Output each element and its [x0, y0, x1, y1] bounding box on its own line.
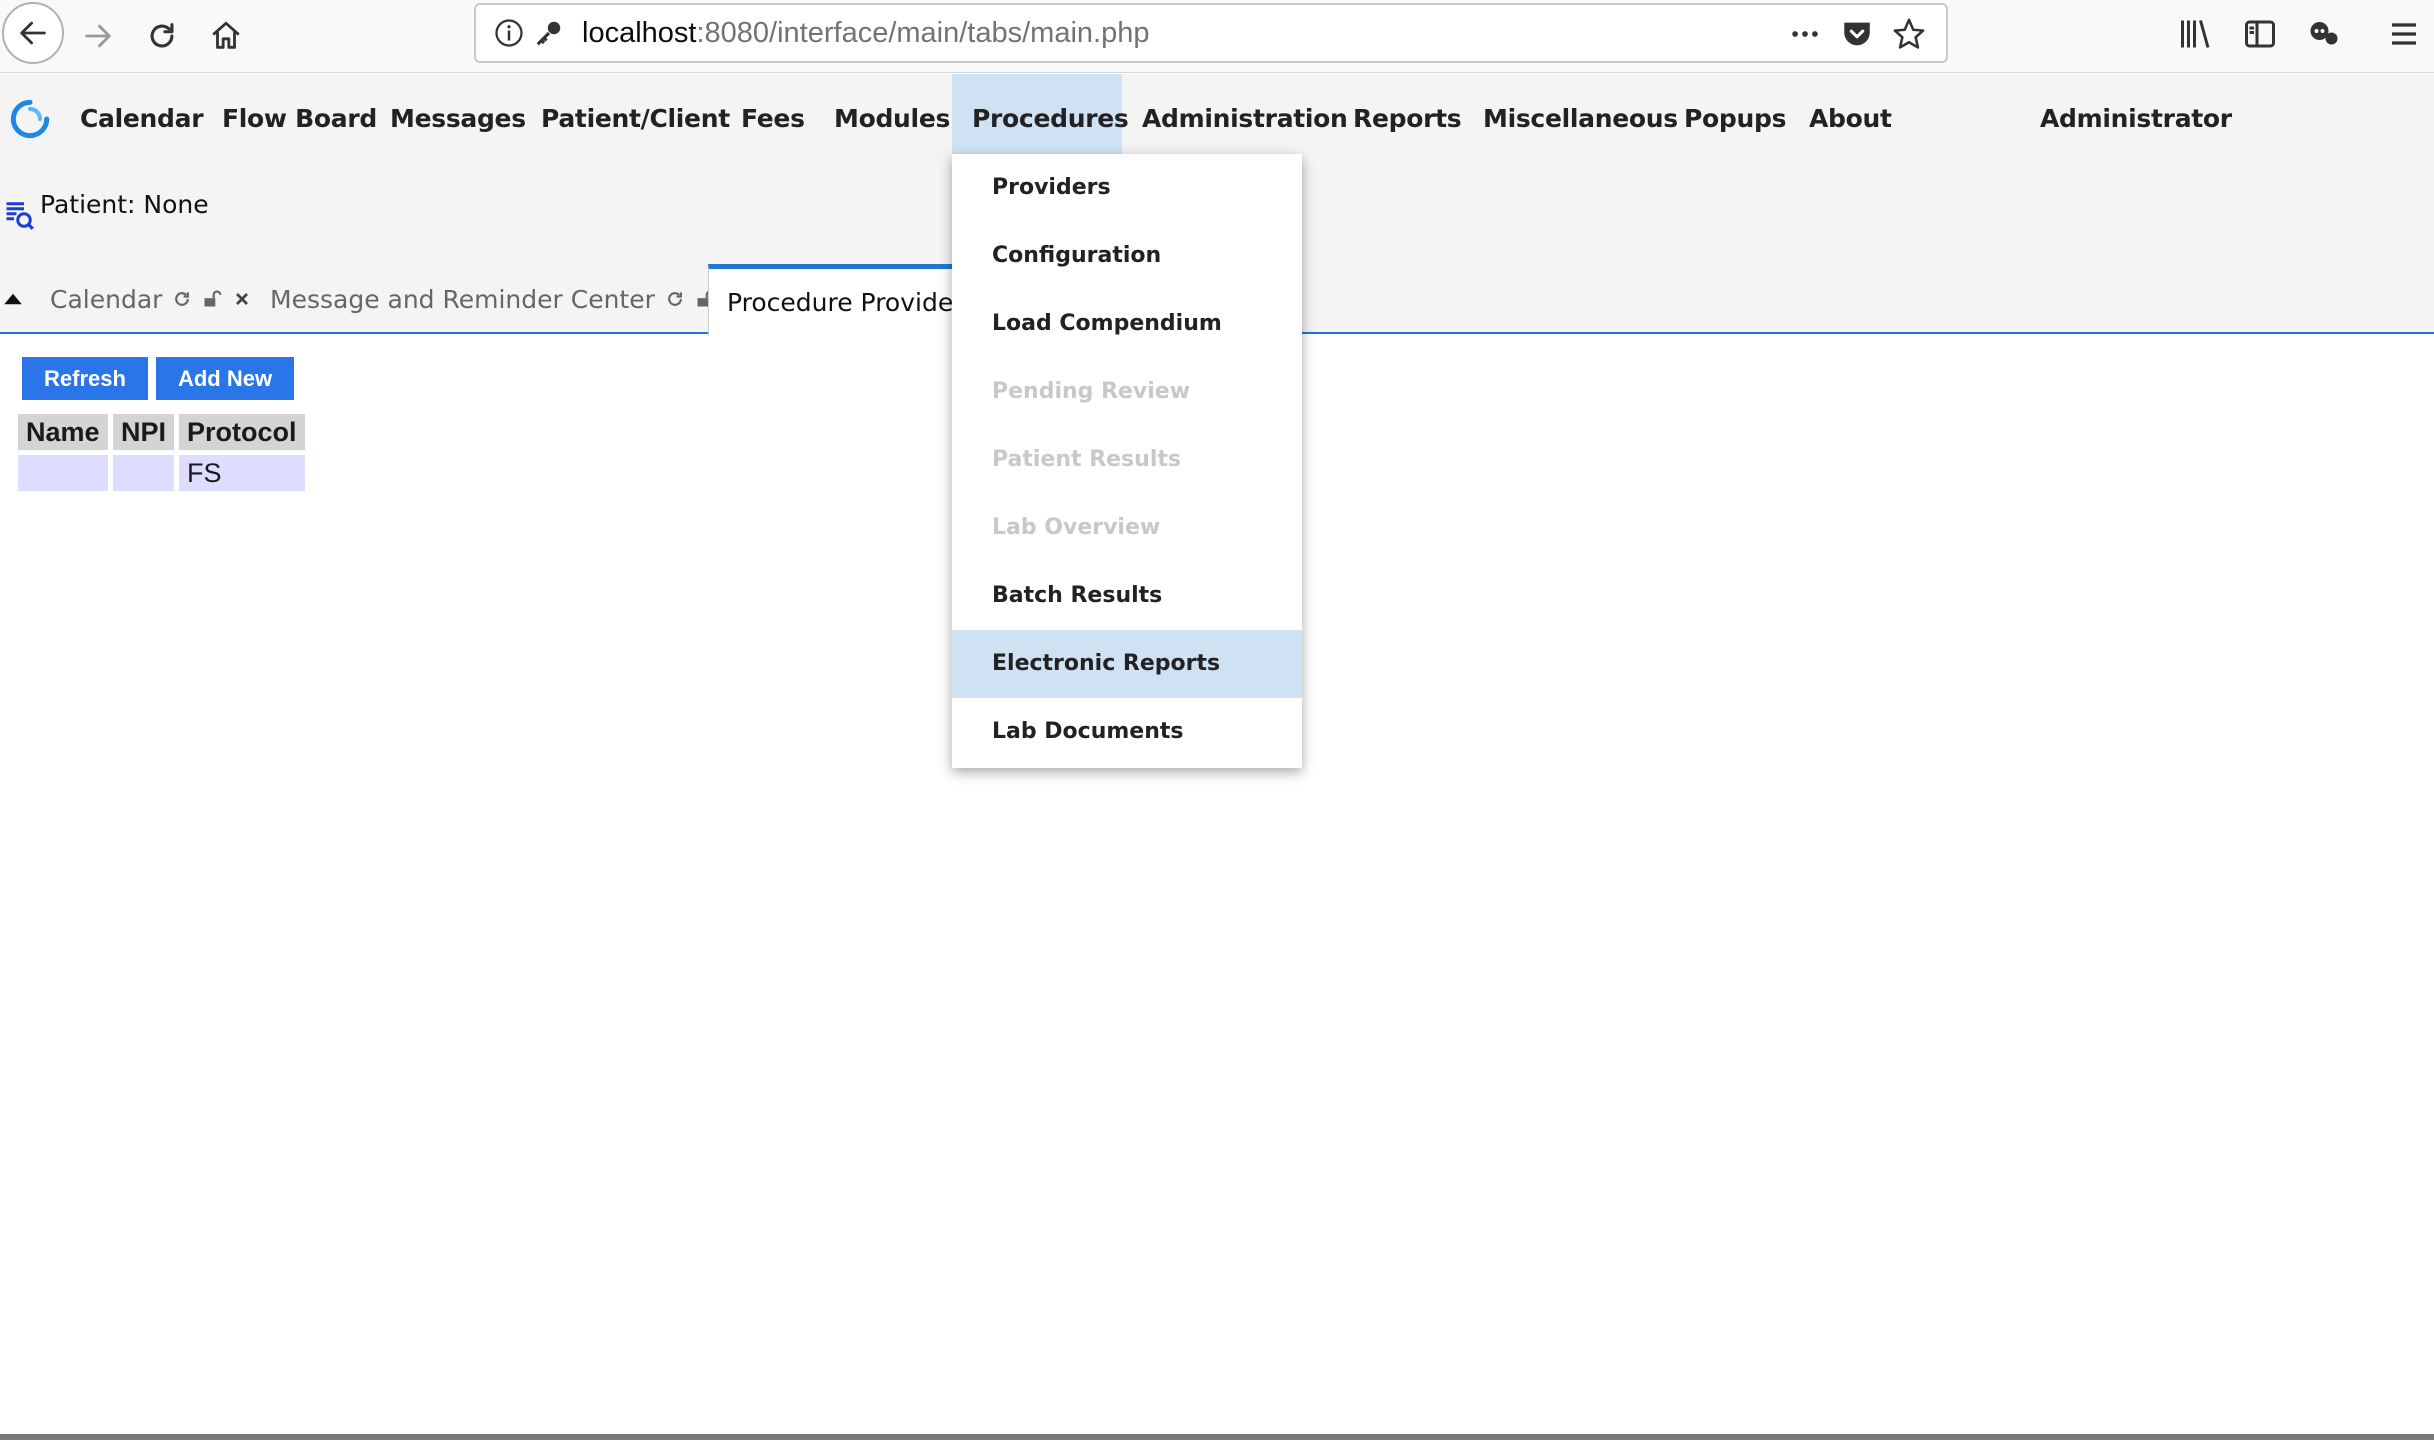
forward-icon [85, 24, 111, 48]
refresh-button[interactable]: Refresh [22, 357, 148, 400]
menu-flow-board[interactable]: Flow Board [202, 74, 397, 154]
key-icon[interactable] [534, 18, 564, 48]
dropdown-item-lab-overview: Lab Overview [992, 515, 1161, 540]
app-logo[interactable] [10, 98, 50, 140]
dropdown-item-configuration[interactable]: Configuration [952, 222, 1302, 290]
status-strip [0, 1434, 2434, 1440]
extension-icon[interactable] [2306, 16, 2342, 52]
reload-icon [150, 23, 174, 48]
user-menu[interactable]: Administrator [2020, 74, 2252, 154]
tab-label: Procedure Providers [727, 288, 977, 317]
close-icon[interactable] [232, 289, 252, 309]
table-row[interactable]: FS [18, 455, 305, 491]
column-header-name[interactable]: Name [18, 414, 108, 450]
refresh-tab-icon[interactable] [172, 289, 192, 309]
refresh-tab-icon[interactable] [665, 289, 685, 309]
bookmark-star-icon[interactable] [1892, 17, 1926, 51]
dropdown-item-electronic-reports[interactable]: Electronic Reports [952, 630, 1302, 698]
unlock-icon[interactable] [202, 289, 222, 309]
column-header-protocol[interactable]: Protocol [179, 414, 305, 450]
more-icon[interactable] [1788, 17, 1822, 51]
menu-modules[interactable]: Modules [814, 74, 970, 154]
forward-button[interactable] [68, 6, 128, 66]
tab-message-reminder-center[interactable]: Message and Reminder Center [270, 264, 745, 334]
app-menu-bar: Calendar Flow Board Messages Patient/Cli… [0, 74, 2434, 154]
menu-reports[interactable]: Reports [1333, 74, 1481, 154]
dropdown-item-batch-results[interactable]: Batch Results [952, 562, 1302, 630]
collapse-arrow-icon[interactable] [4, 292, 22, 306]
info-icon[interactable] [494, 18, 524, 48]
menu-patient-client[interactable]: Patient/Client [521, 74, 750, 154]
cell-npi[interactable] [113, 455, 175, 491]
menu-miscellaneous[interactable]: Miscellaneous [1463, 74, 1698, 154]
menu-popups[interactable]: Popups [1664, 74, 1806, 154]
tab-calendar[interactable]: Calendar [50, 264, 252, 334]
reload-button[interactable] [132, 6, 192, 66]
patient-search-icon[interactable] [4, 198, 34, 232]
sidebar-icon[interactable] [2242, 16, 2278, 52]
menu-about[interactable]: About [1789, 74, 1912, 154]
menu-administration[interactable]: Administration [1122, 74, 1368, 154]
tab-procedure-providers[interactable]: Procedure Providers [708, 264, 982, 336]
patient-label: Patient: None [40, 190, 209, 219]
home-button[interactable] [196, 6, 256, 66]
library-icon[interactable] [2178, 16, 2214, 52]
dropdown-item-load-compendium[interactable]: Load Compendium [952, 290, 1302, 358]
column-header-npi[interactable]: NPI [113, 414, 175, 450]
add-new-button[interactable]: Add New [156, 357, 294, 400]
providers-table: Name NPI Protocol FS [13, 409, 310, 496]
url-text: localhost:8080/interface/main/tabs/main.… [582, 17, 1150, 49]
cell-name[interactable] [18, 455, 108, 491]
tab-label: Message and Reminder Center [270, 284, 655, 314]
browser-toolbar: localhost:8080/interface/main/tabs/main.… [0, 0, 2434, 73]
menu-procedures[interactable]: Procedures [952, 74, 1129, 154]
pocket-icon[interactable] [1840, 17, 1874, 51]
cell-protocol[interactable]: FS [179, 455, 305, 491]
menu-calendar[interactable]: Calendar [60, 74, 223, 154]
dropdown-item-patient-results: Patient Results [992, 447, 1181, 472]
back-icon [20, 21, 46, 45]
dropdown-item-providers[interactable]: Providers [952, 154, 1302, 222]
dropdown-item-lab-documents[interactable]: Lab Documents [952, 698, 1302, 766]
menu-fees[interactable]: Fees [721, 74, 825, 154]
procedures-dropdown: Providers Configuration Load Compendium … [952, 154, 1302, 768]
tab-label: Calendar [50, 284, 163, 314]
home-icon [212, 21, 240, 49]
dropdown-item-pending-review: Pending Review [992, 379, 1191, 404]
address-bar[interactable]: localhost:8080/interface/main/tabs/main.… [474, 3, 1948, 63]
menu-messages[interactable]: Messages [370, 74, 546, 154]
table-header-row: Name NPI Protocol [18, 414, 305, 450]
hamburger-menu-icon[interactable] [2386, 16, 2422, 52]
back-button[interactable] [2, 2, 64, 64]
